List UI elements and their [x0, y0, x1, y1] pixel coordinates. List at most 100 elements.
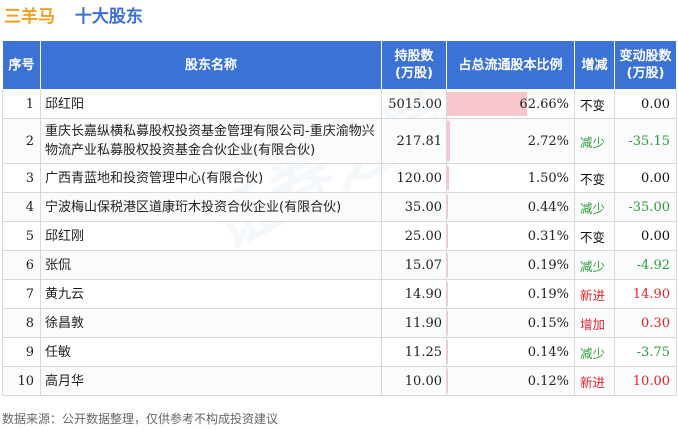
ratio-value: 0.44%	[527, 199, 569, 215]
col-header-chg: 增减	[574, 40, 615, 90]
table-row: 4 宁波梅山保税港区道康珩木投资合伙企业(有限合伙) 35.00 0.44% 减少 -35…	[2, 192, 677, 222]
ratio-cell: 0.44%	[446, 192, 575, 222]
shares-held: 11.90	[381, 308, 447, 338]
row-index: 1	[2, 89, 41, 119]
ratio-bar	[447, 195, 448, 219]
shareholder-name: 广西青蓝地和投资管理中心(有限合伙)	[40, 163, 382, 193]
table-row: 2 重庆长嘉纵横私募股权投资基金管理有限公司-重庆渝物兴物流产业私募股权投资基金合…	[2, 118, 677, 164]
shareholder-name: 任敏	[40, 337, 382, 367]
row-index: 10	[2, 366, 41, 396]
shares-held: 14.90	[381, 279, 447, 309]
shares-held: 25.00	[381, 221, 447, 251]
ratio-bar	[447, 224, 448, 248]
table-row: 5 邱红刚 25.00 0.31% 不变 0.00	[2, 221, 677, 251]
shares-held: 5015.00	[381, 89, 447, 119]
table-body: 1 邱红阳 5015.00 62.66% 不变 0.00 2 重庆长嘉纵横私募股权投资基金管理…	[2, 89, 677, 396]
ratio-value: 0.15%	[527, 315, 569, 331]
ratio-cell: 0.15%	[446, 308, 575, 338]
row-index: 8	[2, 308, 41, 338]
table-row: 8 徐昌敦 11.90 0.15% 增加 0.30	[2, 308, 677, 338]
change-type: 增加	[574, 308, 615, 338]
shareholder-name: 宁波梅山保税港区道康珩木投资合伙企业(有限合伙)	[40, 192, 382, 222]
page-title: 三羊马 十大股东	[4, 4, 143, 30]
col-header-name: 股东名称	[40, 40, 382, 90]
ratio-bar	[447, 166, 449, 190]
ratio-value: 2.72%	[527, 133, 569, 149]
company-name: 三羊马	[4, 7, 55, 27]
row-index: 4	[2, 192, 41, 222]
shareholder-name: 张侃	[40, 250, 382, 280]
change-type: 减少	[574, 250, 615, 280]
change-type: 减少	[574, 337, 615, 367]
shares-held: 15.07	[381, 250, 447, 280]
ratio-value: 0.14%	[527, 344, 569, 360]
shareholder-name: 黄九云	[40, 279, 382, 309]
change-type: 新进	[574, 366, 615, 396]
ratio-cell: 0.31%	[446, 221, 575, 251]
change-amount: -35.15	[614, 118, 677, 164]
change-type: 不变	[574, 163, 615, 193]
ratio-value: 1.50%	[527, 170, 569, 186]
change-type: 减少	[574, 192, 615, 222]
table-header-row: 序号 股东名称 持股数 (万股) 占总流通股本比例 增减 变动股数 (万股)	[2, 40, 677, 90]
ratio-cell: 0.19%	[446, 279, 575, 309]
change-amount: 10.00	[614, 366, 677, 396]
ratio-cell: 1.50%	[446, 163, 575, 193]
change-amount: 14.90	[614, 279, 677, 309]
change-amount: 0.00	[614, 163, 677, 193]
change-amount: 0.00	[614, 221, 677, 251]
row-index: 9	[2, 337, 41, 367]
shares-held: 11.25	[381, 337, 447, 367]
shareholder-name: 徐昌敦	[40, 308, 382, 338]
shareholder-name: 高月华	[40, 366, 382, 396]
change-amount: 0.00	[614, 89, 677, 119]
change-amount: -35.00	[614, 192, 677, 222]
shares-held: 120.00	[381, 163, 447, 193]
ratio-bar	[447, 311, 448, 335]
change-type: 新进	[574, 279, 615, 309]
table-row: 9 任敏 11.25 0.14% 减少 -3.75	[2, 337, 677, 367]
row-index: 6	[2, 250, 41, 280]
ratio-bar	[447, 121, 451, 161]
table-row: 7 黄九云 14.90 0.19% 新进 14.90	[2, 279, 677, 309]
shares-held: 10.00	[381, 366, 447, 396]
ratio-cell: 62.66%	[446, 89, 575, 119]
ratio-cell: 0.14%	[446, 337, 575, 367]
row-index: 7	[2, 279, 41, 309]
shareholder-name: 重庆长嘉纵横私募股权投资基金管理有限公司-重庆渝物兴物流产业私募股权投资基金合伙…	[40, 118, 382, 164]
table-row: 10 高月华 10.00 0.12% 新进 10.00	[2, 366, 677, 396]
col-header-change: 变动股数 (万股)	[614, 40, 677, 90]
ratio-bar	[447, 92, 527, 116]
ratio-value: 0.12%	[527, 373, 569, 389]
ratio-bar	[447, 253, 448, 277]
ratio-value: 0.19%	[527, 286, 569, 302]
row-index: 3	[2, 163, 41, 193]
section-title: 十大股东	[74, 7, 143, 27]
col-header-idx: 序号	[2, 40, 41, 90]
ratio-cell: 0.19%	[446, 250, 575, 280]
change-type: 减少	[574, 118, 615, 164]
shareholders-table-wrap: 序号 股东名称 持股数 (万股) 占总流通股本比例 增减 变动股数 (万股) 1…	[2, 40, 677, 396]
shareholder-name: 邱红阳	[40, 89, 382, 119]
data-source-note: 数据来源：公开数据整理，仅供参考不构成投资建议	[2, 412, 279, 426]
row-index: 5	[2, 221, 41, 251]
table-row: 6 张侃 15.07 0.19% 减少 -4.92	[2, 250, 677, 280]
col-header-shares: 持股数 (万股)	[381, 40, 447, 90]
table-row: 3 广西青蓝地和投资管理中心(有限合伙) 120.00 1.50% 不变 0.00	[2, 163, 677, 193]
ratio-cell: 0.12%	[446, 366, 575, 396]
change-amount: -4.92	[614, 250, 677, 280]
table-row: 1 邱红阳 5015.00 62.66% 不变 0.00	[2, 89, 677, 119]
ratio-bar	[447, 282, 448, 306]
change-type: 不变	[574, 89, 615, 119]
row-index: 2	[2, 118, 41, 164]
shareholder-name: 邱红刚	[40, 221, 382, 251]
ratio-value: 0.19%	[527, 257, 569, 273]
shares-held: 217.81	[381, 118, 447, 164]
col-header-ratio: 占总流通股本比例	[446, 40, 575, 90]
shareholders-table: 序号 股东名称 持股数 (万股) 占总流通股本比例 增减 变动股数 (万股) 1…	[2, 40, 677, 396]
ratio-bar	[447, 340, 448, 364]
ratio-value: 62.66%	[519, 96, 569, 112]
ratio-value: 0.31%	[527, 228, 569, 244]
change-type: 不变	[574, 221, 615, 251]
ratio-cell: 2.72%	[446, 118, 575, 164]
